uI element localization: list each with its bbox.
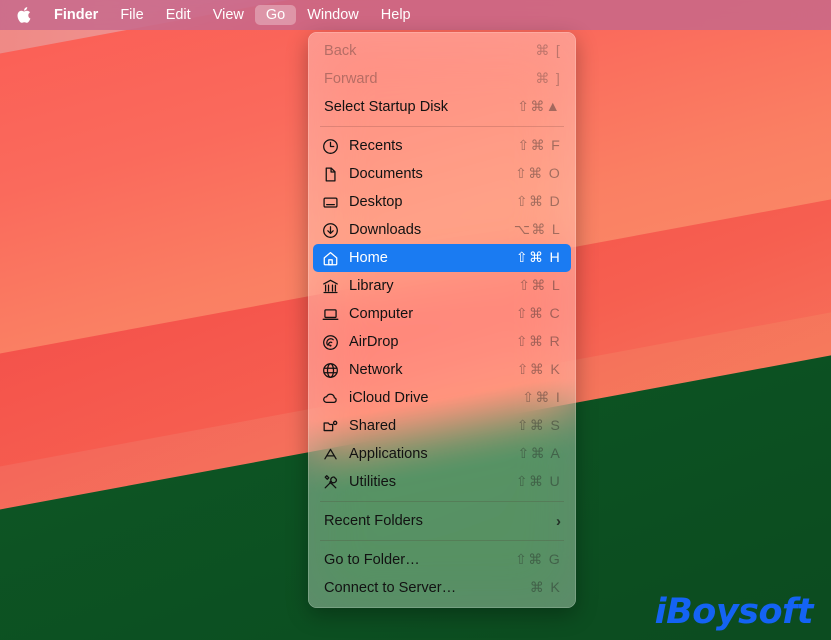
applications-icon <box>319 445 341 463</box>
menu-item-label: Select Startup Disk <box>324 99 449 115</box>
menu-item-downloads[interactable]: Downloads ⌥⌘ L <box>313 216 571 244</box>
menu-item-label: AirDrop <box>349 334 399 350</box>
network-icon <box>319 361 341 379</box>
menu-item-label: Applications <box>349 446 428 462</box>
menu-finder[interactable]: Finder <box>43 5 109 26</box>
menu-item-label: Network <box>349 362 403 378</box>
menu-item-label: Recents <box>349 138 403 154</box>
chevron-right-icon: › <box>556 512 561 530</box>
menu-bar: Finder File Edit View Go Window Help <box>0 0 831 30</box>
menu-item-documents[interactable]: Documents ⇧⌘ O <box>313 160 571 188</box>
menu-item-shortcut: ⇧⌘ D <box>515 194 561 210</box>
menu-separator <box>320 540 564 541</box>
library-icon <box>319 277 341 295</box>
menu-item-label: Downloads <box>349 222 422 238</box>
menu-item-label: Documents <box>349 166 423 182</box>
menu-item-shortcut: ⌘ ] <box>535 71 561 87</box>
clock-icon <box>319 137 341 155</box>
menu-item-shortcut: ⇧⌘ I <box>522 390 561 406</box>
go-dropdown-menu: Back ⌘ [ Forward ⌘ ] Select Startup Disk ⇧⌘▲ R… <box>308 32 576 608</box>
document-icon <box>319 165 341 183</box>
menu-item-shortcut: ⇧⌘ K <box>516 362 561 378</box>
menu-edit[interactable]: Edit <box>155 5 202 26</box>
menu-item-recent-folders[interactable]: Recent Folders › <box>313 507 571 535</box>
cloud-icon <box>319 389 341 407</box>
downloads-icon <box>319 221 341 239</box>
menu-item-label: Forward <box>324 71 378 87</box>
menu-item-label: Go to Folder… <box>324 552 420 568</box>
menu-item-shortcut: ⇧⌘ G <box>515 552 561 568</box>
menu-item-label: Desktop <box>349 194 403 210</box>
menu-item-shortcut: ⇧⌘ C <box>515 306 561 322</box>
menu-item-label: Home <box>349 250 388 266</box>
menu-item-forward: Forward ⌘ ] <box>313 65 571 93</box>
menu-item-shortcut: ⌘ [ <box>535 43 561 59</box>
menu-item-shortcut: ⇧⌘▲ <box>517 99 561 115</box>
menu-item-shortcut: ⇧⌘ S <box>516 418 561 434</box>
menu-item-back: Back ⌘ [ <box>313 37 571 65</box>
iboysoft-watermark: iBoysoft <box>654 592 814 632</box>
menu-item-computer[interactable]: Computer ⇧⌘ C <box>313 300 571 328</box>
menu-item-icloud-drive[interactable]: iCloud Drive ⇧⌘ I <box>313 384 571 412</box>
menu-item-shortcut: ⌥⌘ L <box>513 222 561 238</box>
apple-logo-icon[interactable] <box>6 6 43 24</box>
menu-item-label: Library <box>349 278 394 294</box>
menu-item-desktop[interactable]: Desktop ⇧⌘ D <box>313 188 571 216</box>
menu-item-label: Recent Folders <box>324 513 423 529</box>
shared-icon <box>319 417 341 435</box>
menu-item-library[interactable]: Library ⇧⌘ L <box>313 272 571 300</box>
menu-item-home[interactable]: Home ⇧⌘ H <box>313 244 571 272</box>
menu-window[interactable]: Window <box>296 5 370 26</box>
menu-item-label: Connect to Server… <box>324 580 457 596</box>
desktop-screen: Finder File Edit View Go Window Help Bac… <box>0 0 831 640</box>
menu-file[interactable]: File <box>109 5 154 26</box>
menu-help[interactable]: Help <box>370 5 422 26</box>
menu-item-shortcut: ⇧⌘ O <box>515 166 561 182</box>
menu-go[interactable]: Go <box>254 4 297 26</box>
menu-item-select-startup-disk[interactable]: Select Startup Disk ⇧⌘▲ <box>313 93 571 121</box>
menu-separator <box>320 126 564 127</box>
menu-item-applications[interactable]: Applications ⇧⌘ A <box>313 440 571 468</box>
menu-item-label: Back <box>324 43 357 59</box>
desktop-icon <box>319 193 341 211</box>
menu-item-airdrop[interactable]: AirDrop ⇧⌘ R <box>313 328 571 356</box>
menu-item-go-to-folder[interactable]: Go to Folder… ⇧⌘ G <box>313 546 571 574</box>
menu-item-shared[interactable]: Shared ⇧⌘ S <box>313 412 571 440</box>
home-icon <box>319 249 341 267</box>
menu-item-shortcut: ⇧⌘ F <box>517 138 561 154</box>
menu-item-label: Computer <box>349 306 414 322</box>
menu-item-connect-to-server[interactable]: Connect to Server… ⌘ K <box>313 574 571 602</box>
menu-item-network[interactable]: Network ⇧⌘ K <box>313 356 571 384</box>
airdrop-icon <box>319 333 341 351</box>
computer-icon <box>319 305 341 323</box>
utilities-icon <box>319 473 341 491</box>
menu-item-recents[interactable]: Recents ⇧⌘ F <box>313 132 571 160</box>
menu-item-shortcut: ⇧⌘ A <box>517 446 561 462</box>
menu-item-label: Utilities <box>349 474 397 490</box>
menu-item-label: Shared <box>349 418 397 434</box>
menu-item-shortcut: ⇧⌘ U <box>515 474 561 490</box>
menu-item-shortcut: ⇧⌘ L <box>518 278 561 294</box>
menu-view[interactable]: View <box>202 5 255 26</box>
menu-item-label: iCloud Drive <box>349 390 429 406</box>
menu-item-shortcut: ⌘ K <box>529 580 561 596</box>
menu-item-utilities[interactable]: Utilities ⇧⌘ U <box>313 468 571 496</box>
menu-item-shortcut: ⇧⌘ R <box>515 334 561 350</box>
menu-separator <box>320 501 564 502</box>
menu-item-shortcut: ⇧⌘ H <box>515 250 561 266</box>
